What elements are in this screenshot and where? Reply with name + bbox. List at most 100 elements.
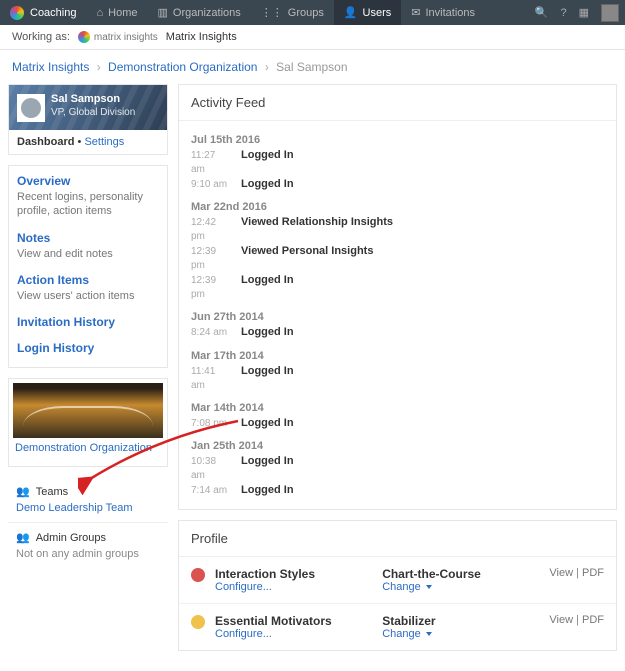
user-icon: 👤: [344, 6, 358, 19]
org-icon: ▥: [157, 6, 167, 19]
nav-users[interactable]: 👤 Users: [334, 0, 401, 25]
dash-settings-row: Dashboard • Settings: [9, 130, 167, 154]
profile-pdf-link[interactable]: PDF: [582, 567, 604, 579]
feed-time: 12:39 pm: [191, 245, 231, 273]
feed-action: Logged In: [241, 416, 294, 431]
caret-down-icon: [426, 632, 432, 636]
activity-feed-header: Activity Feed: [179, 85, 616, 121]
activity-feed-body: Jul 15th 2016 11:27 amLogged In9:10 am Log…: [179, 121, 616, 509]
feed-action: Logged In: [241, 325, 294, 340]
nav-groups-label: Groups: [288, 7, 324, 19]
feed-date: Mar 14th 2014: [191, 402, 604, 414]
caret-down-icon: [426, 585, 432, 589]
feed-row: 11:41 am Logged In: [191, 364, 604, 393]
feed-time: 11:41 am: [191, 365, 231, 393]
feed-date: Mar 22nd 2016: [191, 201, 604, 213]
nav-action-items[interactable]: Action Items: [17, 273, 159, 287]
feed-action: Logged In: [241, 148, 294, 163]
crumb-org[interactable]: Demonstration Organization: [108, 60, 257, 74]
nav-action-items-desc: View users' action items: [17, 289, 159, 303]
apps-icon[interactable]: ▦: [573, 6, 595, 19]
nav-notes[interactable]: Notes: [17, 231, 159, 245]
org-logo: matrix insights: [78, 31, 158, 43]
nav-invitations-label: Invitations: [426, 7, 476, 19]
profile-name: Essential Motivators: [215, 614, 372, 628]
mail-icon: ✉: [411, 6, 420, 19]
profile-view-link[interactable]: View: [549, 614, 573, 626]
feed-action: Logged In: [241, 454, 294, 469]
org-card: Demonstration Organization: [8, 378, 168, 467]
feed-action: Logged In: [241, 364, 294, 379]
profile-dot-icon: [191, 568, 205, 582]
org-logo-icon: [78, 31, 90, 43]
admin-groups-group: 👥 Admin Groups Not on any admin groups: [8, 522, 168, 568]
activity-feed-panel: Activity Feed Jul 15th 2016 11:27 amLogge…: [178, 84, 617, 510]
teams-icon: 👥: [16, 485, 30, 498]
teams-group: 👥 Teams Demo Leadership Team: [8, 477, 168, 522]
nav-groups[interactable]: ⋮⋮ Groups: [251, 0, 334, 25]
dashboard-label: Dashboard: [17, 136, 74, 148]
profile-view-link[interactable]: View: [549, 567, 573, 579]
feed-row: 9:10 am Logged In: [191, 177, 604, 192]
nav-home-label: Home: [108, 7, 137, 19]
profile-row: Interaction StylesConfigure... Chart-the-…: [179, 557, 616, 603]
profile-panel: Profile Interaction StylesConfigure...Ch…: [178, 520, 617, 651]
user-hero: Sal Sampson VP, Global Division: [9, 85, 167, 130]
brand[interactable]: Coaching: [0, 6, 86, 20]
feed-row: 7:14 amLogged In: [191, 483, 604, 498]
groups-icon: ⋮⋮: [261, 6, 283, 19]
crumb-current: Sal Sampson: [276, 60, 347, 74]
nav-organizations[interactable]: ▥ Organizations: [147, 0, 250, 25]
nav-invitations[interactable]: ✉ Invitations: [401, 0, 485, 25]
feed-row: 12:39 pmLogged In: [191, 273, 604, 302]
help-icon[interactable]: ?: [554, 7, 572, 19]
nav-login-history[interactable]: Login History: [17, 341, 159, 355]
search-icon[interactable]: 🔍: [529, 6, 555, 19]
feed-row: 10:38 am Logged In: [191, 454, 604, 483]
teams-header: Teams: [36, 486, 68, 498]
org-link[interactable]: Demonstration Organization: [13, 438, 163, 462]
feed-time: 9:10 am: [191, 178, 231, 192]
feed-date: Jul 15th 2016: [191, 134, 604, 146]
feed-time: 10:38 am: [191, 455, 231, 483]
nav-overview-desc: Recent logins, personality profile, acti…: [17, 190, 159, 219]
feed-date: Jan 25th 2014: [191, 440, 604, 452]
profile-value: Stabilizer: [382, 614, 539, 628]
feed-action: Logged In: [241, 177, 294, 192]
feed-time: 12:39 pm: [191, 274, 231, 302]
feed-action: Logged In: [241, 483, 294, 498]
feed-row: 12:42 pmViewed Relationship Insights: [191, 215, 604, 244]
nav-home[interactable]: ⌂ Home: [86, 0, 147, 25]
crumb-root[interactable]: Matrix Insights: [12, 60, 89, 74]
nav-invitation-history[interactable]: Invitation History: [17, 315, 159, 329]
profile-actions: View | PDF: [549, 614, 604, 626]
feed-row: 8:24 amLogged In: [191, 325, 604, 340]
profile-header: Profile: [179, 521, 616, 557]
working-as-label: Working as:: [12, 31, 70, 43]
brand-logo-icon: [10, 6, 24, 20]
crumb-sep: ›: [261, 60, 273, 74]
working-as-org: Matrix Insights: [166, 31, 237, 43]
breadcrumb: Matrix Insights › Demonstration Organiza…: [0, 50, 625, 84]
feed-row: 11:27 amLogged In: [191, 148, 604, 177]
profile-value: Chart-the-Course: [382, 567, 539, 581]
user-avatar[interactable]: [595, 4, 625, 22]
feed-action: Viewed Personal Insights: [241, 244, 373, 259]
nav-overview[interactable]: Overview: [17, 174, 159, 188]
profile-pdf-link[interactable]: PDF: [582, 614, 604, 626]
feed-row: 12:39 pm Viewed Personal Insights: [191, 244, 604, 273]
home-icon: ⌂: [96, 7, 103, 19]
profile-change-link[interactable]: Change: [382, 581, 539, 593]
admin-groups-text: Not on any admin groups: [16, 548, 160, 560]
user-role: VP, Global Division: [51, 107, 135, 118]
admin-groups-header: Admin Groups: [36, 532, 106, 544]
team-link[interactable]: Demo Leadership Team: [16, 502, 133, 514]
profile-change-link[interactable]: Change: [382, 628, 539, 640]
settings-link[interactable]: Settings: [84, 136, 124, 148]
feed-date: Mar 17th 2014: [191, 350, 604, 362]
profile-name: Interaction Styles: [215, 567, 372, 581]
nav-organizations-label: Organizations: [173, 7, 241, 19]
crumb-sep: ›: [93, 60, 105, 74]
profile-configure-link[interactable]: Configure...: [215, 628, 372, 640]
profile-configure-link[interactable]: Configure...: [215, 581, 372, 593]
